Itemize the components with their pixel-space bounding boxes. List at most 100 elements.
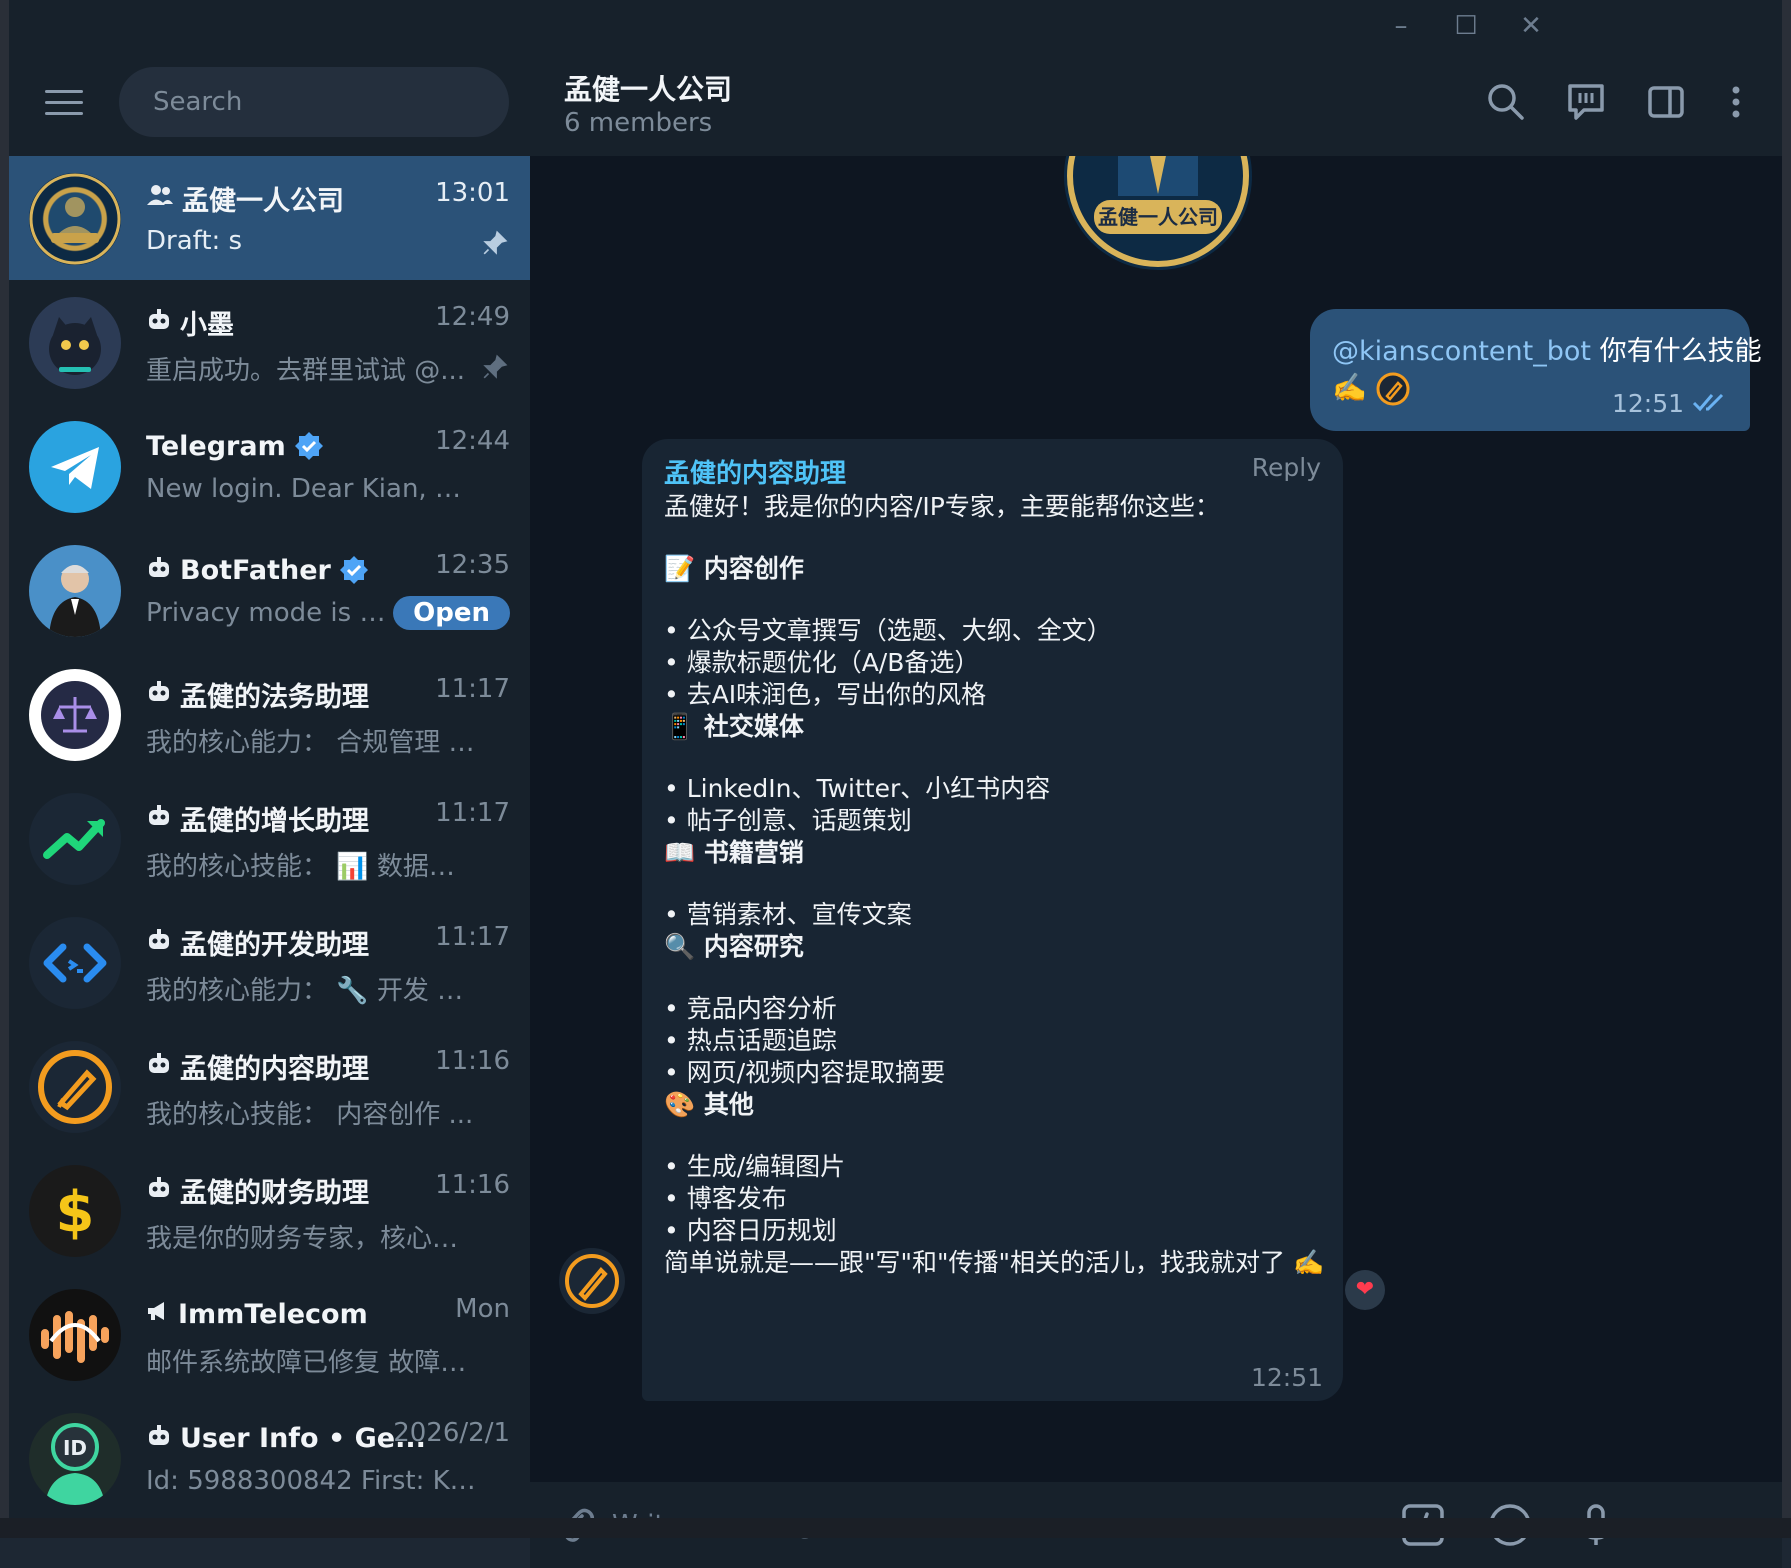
section-heading: 🔍 内容研究 xyxy=(664,932,804,961)
bot-icon xyxy=(146,1176,172,1204)
bot-icon xyxy=(146,804,172,832)
section-heading: 📱 社交媒体 xyxy=(664,712,804,741)
avatar xyxy=(29,173,121,265)
sender-avatar-pen-icon[interactable] xyxy=(557,1246,627,1316)
message-line: • 热点话题追踪 xyxy=(664,1026,837,1055)
chat-header[interactable]: 孟健一人公司 6 members xyxy=(530,50,1782,156)
message-text: @kianscontent_bot 你有什么技能 xyxy=(1332,336,1762,367)
sidebar-header xyxy=(9,50,530,156)
chat-item-immtelecom[interactable]: ImmTelecom Mon 邮件系统故障已修复 故障原... xyxy=(9,1272,530,1396)
message-line: • 竞品内容分析 xyxy=(664,994,837,1023)
chat-item-botfather[interactable]: BotFather 12:35 Privacy mode is dis... O… xyxy=(9,528,530,652)
chat-item-dev-assistant[interactable]: 孟健的开发助理 11:17 我的核心能力： 🔧 开发 • ... xyxy=(9,900,530,1024)
message-emoji: ✍️ xyxy=(1332,371,1410,406)
chat-preview: 我的核心技能： 📊 数据分... xyxy=(146,852,476,882)
chat-item-finance-assistant[interactable]: $ 孟健的财务助理 11:16 我是你的财务专家，核心能力... xyxy=(9,1148,530,1272)
chat-list: 孟健一人公司 13:01 Draft: s 小墨 12:49 重启成功。去群里试… xyxy=(9,156,530,1518)
maximize-button[interactable]: ☐ xyxy=(1444,8,1488,44)
chat-time: 11:17 xyxy=(435,674,510,704)
pen-icon xyxy=(29,1041,121,1133)
chat-preview: 重启成功。去群里试试 @... xyxy=(146,356,466,386)
sidebar-toggle-icon[interactable] xyxy=(1642,78,1690,126)
svg-text:孟健一人公司: 孟健一人公司 xyxy=(1098,205,1218,229)
scales-icon xyxy=(29,669,121,761)
chat-preview: Privacy mode is dis... xyxy=(146,598,396,628)
chat-title[interactable]: 孟健一人公司 xyxy=(564,68,732,108)
taskbar xyxy=(0,1518,1791,1538)
section-heading: 📝 内容创作 xyxy=(664,554,804,583)
chat-time: 11:16 xyxy=(435,1170,510,1200)
more-options-icon[interactable] xyxy=(1712,78,1760,126)
menu-icon[interactable] xyxy=(45,90,83,116)
chat-name: Telegram xyxy=(146,430,286,462)
chat-time: 11:16 xyxy=(435,1046,510,1076)
chat-preview: 我的核心技能： 内容创作 ... xyxy=(146,1100,474,1130)
chat-name: 小墨 xyxy=(180,309,234,341)
chat-item-growth-assistant[interactable]: 孟健的增长助理 11:17 我的核心技能： 📊 数据分... xyxy=(9,776,530,900)
incoming-message[interactable]: 孟健的内容助理 Reply 孟健好！我是你的内容/IP专家，主要能帮你这些： 📝 … xyxy=(642,439,1343,1401)
message-line: • 博客发布 xyxy=(664,1184,787,1213)
chat-item-content-assistant[interactable]: 孟健的内容助理 11:16 我的核心技能： 内容创作 ... xyxy=(9,1024,530,1148)
chat-item-group-company[interactable]: 孟健一人公司 13:01 Draft: s xyxy=(9,156,530,280)
bot-icon xyxy=(146,556,172,584)
chat-panel: 孟健一人公司 6 members 孟健一人公司 @kianscontent_bo… xyxy=(530,50,1782,1568)
search-icon[interactable] xyxy=(1482,78,1530,126)
chat-name: 孟健的法务助理 xyxy=(180,681,369,713)
chat-name: 孟健的增长助理 xyxy=(180,805,369,837)
message-line: • 公众号文章撰写（选题、大纲、全文） xyxy=(664,616,1112,645)
chat-item-legal-assistant[interactable]: 孟健的法务助理 11:17 我的核心能力： 合规管理 • ... xyxy=(9,652,530,776)
chat-preview: 邮件系统故障已修复 故障原... xyxy=(146,1348,476,1378)
sender-name[interactable]: 孟健的内容助理 xyxy=(664,453,846,490)
bot-icon xyxy=(146,1424,172,1452)
reply-button[interactable]: Reply xyxy=(1252,453,1321,482)
outgoing-message[interactable]: @kianscontent_bot 你有什么技能 ✍️ 12:51 xyxy=(1310,309,1762,431)
message-line: • 生成/编辑图片 xyxy=(664,1152,846,1181)
avatar xyxy=(29,545,121,637)
writing-hand-emoji: ✍️ xyxy=(1332,371,1367,404)
verified-icon xyxy=(339,556,368,584)
group-avatar-image: 孟健一人公司 xyxy=(1064,156,1252,270)
mention-link[interactable]: @kianscontent_bot xyxy=(1332,336,1591,367)
search-input[interactable] xyxy=(119,67,509,137)
chat-item-user-info[interactable]: ID User Info • Ge... 2026/2/1 Id: 598830… xyxy=(9,1396,530,1518)
chat-time: 12:49 xyxy=(435,302,510,332)
search-box[interactable] xyxy=(119,67,509,137)
verified-icon xyxy=(294,432,323,460)
chat-item-telegram[interactable]: Telegram 12:44 New login. Dear Kian, we … xyxy=(9,404,530,528)
open-button[interactable]: Open xyxy=(393,596,510,630)
heart-reaction[interactable]: ❤ xyxy=(1345,1270,1385,1310)
bot-icon xyxy=(146,1052,172,1080)
chat-name: 孟健的内容助理 xyxy=(180,1053,369,1085)
avatar: ID xyxy=(29,1413,121,1505)
dollar-icon: $ xyxy=(29,1165,121,1257)
chat-item-xiaomo[interactable]: 小墨 12:49 重启成功。去群里试试 @... xyxy=(9,280,530,404)
chat-time: 13:01 xyxy=(435,178,510,208)
pin-icon xyxy=(483,354,508,379)
message-line: • LinkedIn、Twitter、小红书内容 xyxy=(664,774,1051,803)
message-time: 12:51 xyxy=(1611,389,1684,418)
message-line: • 帖子创意、话题策划 xyxy=(664,806,912,835)
chat-time: 2026/2/1 xyxy=(393,1418,510,1448)
bot-icon xyxy=(146,308,172,336)
chat-time: 11:17 xyxy=(435,798,510,828)
message-line: 简单说就是——跟"写"和"传播"相关的活儿，找我就对了 ✍️ xyxy=(664,1248,1325,1277)
window-left-edge xyxy=(0,0,9,1538)
chat-preview: 我的核心能力： 合规管理 • ... xyxy=(146,728,476,758)
svg-text:ID: ID xyxy=(63,1436,87,1460)
member-count: 6 members xyxy=(564,108,713,138)
chat-time: 11:17 xyxy=(435,922,510,952)
close-button[interactable]: ✕ xyxy=(1509,8,1553,44)
avatar xyxy=(29,1289,121,1381)
chat-preview: Id: 5988300842 First: Kian L... xyxy=(146,1466,476,1496)
chat-time: 12:35 xyxy=(435,550,510,580)
chat-name: 孟健的开发助理 xyxy=(180,929,369,961)
message-line: • 营销素材、宣传文案 xyxy=(664,900,912,929)
topics-icon[interactable] xyxy=(1562,78,1610,126)
chat-time: Mon xyxy=(455,1294,510,1324)
window-right-edge xyxy=(1782,0,1791,1538)
avatar xyxy=(29,297,121,389)
chat-preview: New login. Dear Kian, we de... xyxy=(146,474,476,504)
message-line: • 网页/视频内容提取摘要 xyxy=(664,1058,946,1087)
minimize-button[interactable]: – xyxy=(1379,8,1423,44)
chat-preview: 我的核心能力： 🔧 开发 • ... xyxy=(146,976,476,1006)
